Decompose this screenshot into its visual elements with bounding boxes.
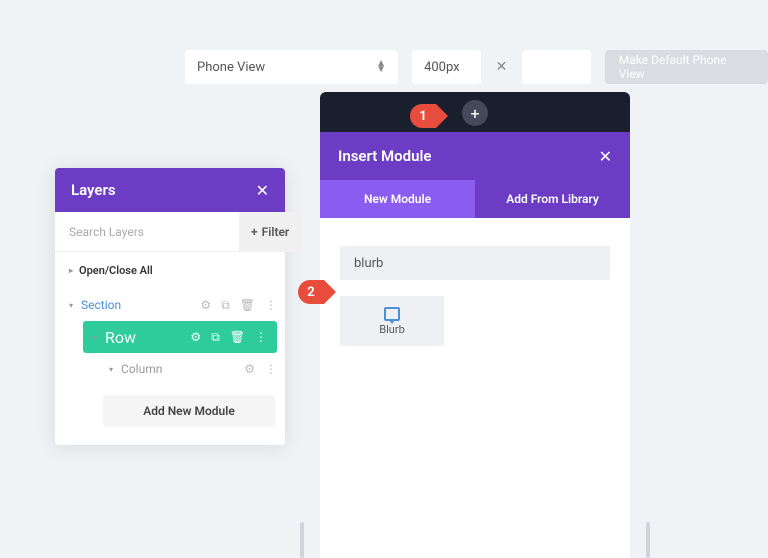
- duplicate-icon[interactable]: ⧉: [211, 330, 220, 345]
- insert-header: Insert Module ✕: [320, 132, 630, 180]
- chevron-down-icon: ▾: [93, 333, 97, 342]
- chevron-right-icon: ▸: [69, 266, 73, 275]
- add-section-button[interactable]: +: [462, 100, 488, 126]
- clear-icon[interactable]: ✕: [495, 59, 509, 75]
- insert-title: Insert Module: [338, 147, 431, 165]
- layers-search-row: +Filter: [55, 212, 285, 252]
- tab-add-from-library[interactable]: Add From Library: [475, 180, 630, 218]
- view-select[interactable]: Phone View ▲▼: [185, 50, 398, 84]
- add-new-module-button[interactable]: Add New Module: [103, 395, 275, 427]
- gear-icon[interactable]: ⚙: [190, 330, 201, 344]
- plus-icon: +: [251, 225, 258, 239]
- tab-new-module[interactable]: New Module: [320, 180, 475, 218]
- gear-icon[interactable]: ⚙: [200, 298, 211, 312]
- more-icon[interactable]: ⋮: [255, 330, 267, 344]
- layers-search-input[interactable]: [55, 225, 239, 239]
- more-icon[interactable]: ⋮: [265, 362, 277, 376]
- chevron-down-icon: ▾: [69, 301, 73, 310]
- callout-1: 1: [410, 104, 448, 128]
- view-select-value: Phone View: [197, 60, 265, 75]
- top-toolbar: Phone View ▲▼ 400px ✕ Make Default Phone…: [185, 50, 768, 84]
- layer-section[interactable]: ▾ Section ⚙ ⧉ 🗑 ⋮: [55, 289, 285, 321]
- gear-icon[interactable]: ⚙: [244, 362, 255, 376]
- plus-icon: +: [470, 104, 479, 123]
- module-search-input[interactable]: [340, 246, 610, 280]
- insert-module-panel: Insert Module ✕ New Module Add From Libr…: [320, 132, 630, 558]
- close-icon[interactable]: ✕: [256, 181, 269, 200]
- layers-header: Layers ✕: [55, 168, 285, 212]
- layer-row[interactable]: ▾ Row ⚙ ⧉ 🗑 ⋮: [83, 321, 277, 353]
- phone-preview: + Insert Module ✕ New Module Add From Li…: [320, 92, 630, 558]
- trash-icon[interactable]: 🗑: [240, 298, 255, 312]
- callout-2: 2: [298, 280, 336, 304]
- width-input[interactable]: 400px: [412, 50, 481, 84]
- select-arrows-icon: ▲▼: [376, 61, 386, 73]
- duplicate-icon[interactable]: ⧉: [221, 298, 230, 313]
- height-input[interactable]: [522, 50, 590, 84]
- blurb-icon: [384, 307, 400, 321]
- chevron-down-icon: ▾: [109, 365, 113, 374]
- section-actions: ⚙ ⧉ 🗑 ⋮: [200, 298, 277, 313]
- layers-title: Layers: [71, 181, 116, 199]
- close-icon[interactable]: ✕: [599, 147, 612, 166]
- module-tile-blurb[interactable]: Blurb: [340, 296, 444, 346]
- layer-column[interactable]: ▾ Column ⚙ ⋮: [95, 353, 285, 385]
- trash-icon[interactable]: 🗑: [230, 330, 245, 344]
- layers-panel: Layers ✕ +Filter ▸Open/Close All ▾ Secti…: [55, 168, 285, 445]
- resize-handle-left[interactable]: [300, 522, 304, 558]
- open-close-all[interactable]: ▸Open/Close All: [55, 252, 285, 289]
- row-actions: ⚙ ⧉ 🗑 ⋮: [190, 330, 267, 345]
- insert-tabs: New Module Add From Library: [320, 180, 630, 218]
- column-actions: ⚙ ⋮: [244, 362, 277, 376]
- filter-button[interactable]: +Filter: [239, 212, 301, 252]
- resize-handle-right[interactable]: [646, 522, 650, 558]
- more-icon[interactable]: ⋮: [265, 298, 277, 312]
- make-default-button[interactable]: Make Default Phone View: [605, 50, 768, 84]
- blurb-label: Blurb: [379, 323, 405, 336]
